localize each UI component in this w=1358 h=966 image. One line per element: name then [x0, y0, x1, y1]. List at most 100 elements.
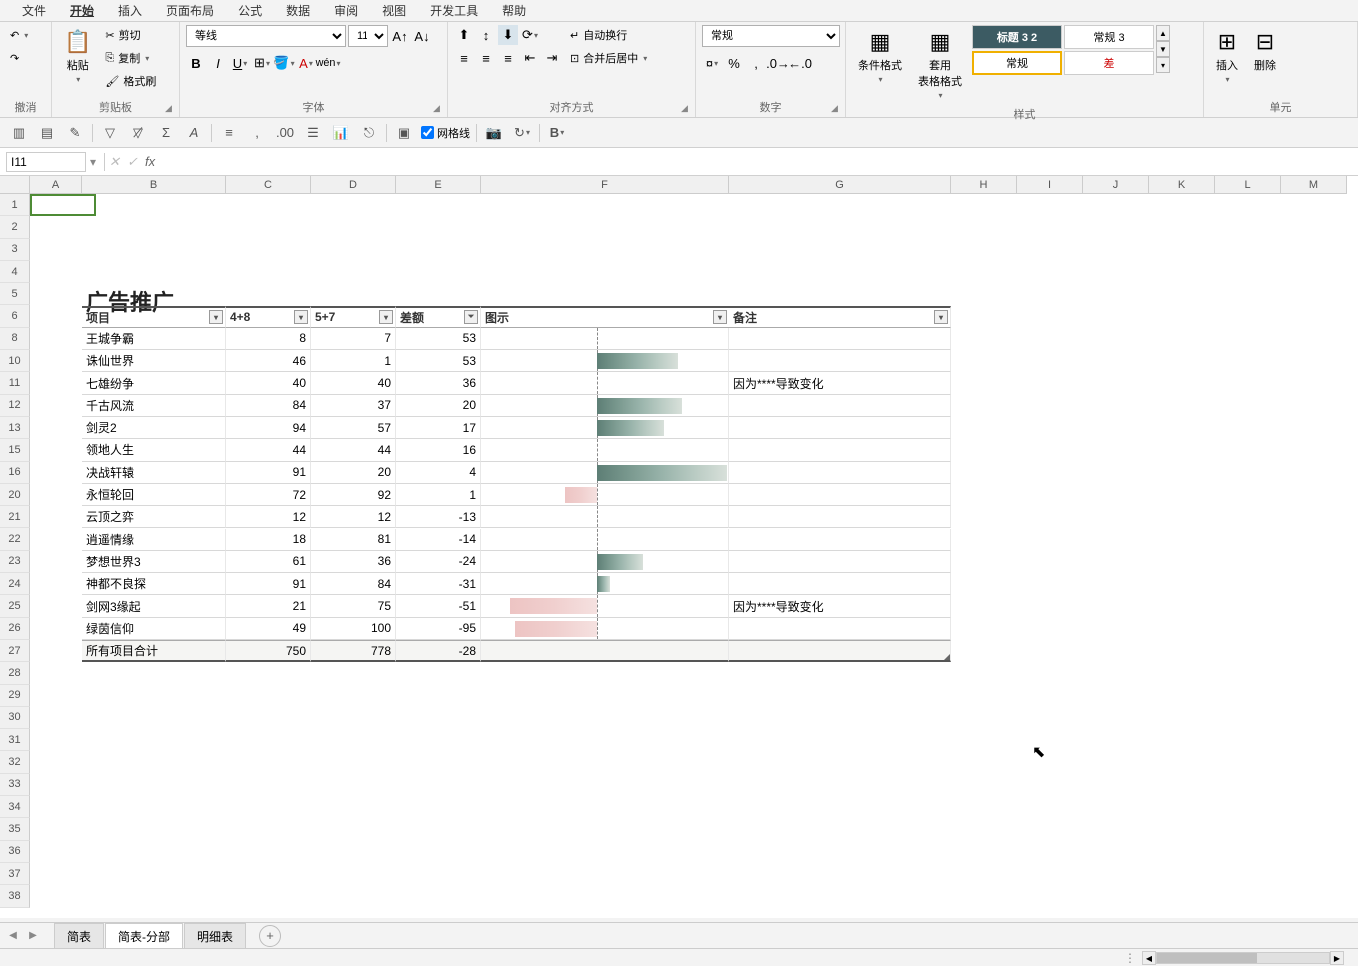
align-top-button[interactable]: ⬆ — [454, 25, 474, 45]
row-header-10[interactable]: 10 — [0, 350, 30, 372]
cell-F12[interactable] — [481, 395, 729, 417]
font-family-select[interactable]: 等线 — [186, 25, 346, 47]
cell-E10[interactable]: 53 — [396, 350, 481, 372]
menu-view[interactable]: 视图 — [370, 0, 418, 22]
cell-G20[interactable] — [729, 484, 951, 506]
tool-redo2[interactable]: ↻▾ — [511, 122, 533, 144]
row-header-35[interactable]: 35 — [0, 818, 30, 840]
col-header-I[interactable]: I — [1017, 176, 1083, 194]
cell-D6[interactable]: 5+7▾ — [311, 306, 396, 328]
orientation-button[interactable]: ⟳▾ — [520, 25, 540, 45]
name-box-dropdown[interactable]: ▾ — [86, 155, 100, 169]
cell-E25[interactable]: -51 — [396, 595, 481, 617]
cell-C12[interactable]: 84 — [226, 395, 311, 417]
row-header-21[interactable]: 21 — [0, 506, 30, 528]
filter-C[interactable]: ▾ — [294, 310, 308, 324]
tool-chart[interactable]: 📊 — [330, 122, 352, 144]
tool-italic-a[interactable]: A — [183, 122, 205, 144]
cell-D25[interactable]: 75 — [311, 595, 396, 617]
tool-align[interactable]: ≡ — [218, 122, 240, 144]
gridlines-checkbox[interactable]: 网格线 — [421, 125, 470, 141]
cell-G27[interactable] — [729, 640, 951, 662]
col-header-D[interactable]: D — [311, 176, 396, 194]
select-all-corner[interactable] — [0, 176, 30, 194]
increase-indent-button[interactable]: ⇥ — [542, 48, 562, 68]
increase-decimal-button[interactable]: .0→ — [768, 53, 788, 73]
col-header-L[interactable]: L — [1215, 176, 1281, 194]
accept-formula-button[interactable]: ✓ — [127, 154, 145, 170]
menu-layout[interactable]: 页面布局 — [154, 0, 226, 22]
comma-button[interactable]: , — [746, 53, 766, 73]
style-scroll-more[interactable]: ▾ — [1156, 57, 1170, 73]
clipboard-launcher[interactable]: ◢ — [165, 103, 177, 115]
row-header-3[interactable]: 3 — [0, 239, 30, 261]
cell-G16[interactable] — [729, 462, 951, 484]
row-header-23[interactable]: 23 — [0, 551, 30, 573]
copy-button[interactable]: ⎘复制▾ — [101, 48, 160, 68]
decrease-decimal-button[interactable]: ←.0 — [790, 53, 810, 73]
cell-G8[interactable] — [729, 328, 951, 350]
cell-F26[interactable] — [481, 618, 729, 640]
cell-F15[interactable] — [481, 439, 729, 461]
font-launcher[interactable]: ◢ — [433, 103, 445, 115]
cell-D15[interactable]: 44 — [311, 439, 396, 461]
cell-E27[interactable]: -28 — [396, 640, 481, 662]
filter-B[interactable]: ▾ — [209, 310, 223, 324]
cell-B26[interactable]: 绿茵信仰 — [82, 618, 226, 640]
cell-G12[interactable] — [729, 395, 951, 417]
style-normal3[interactable]: 常规 3 — [1064, 25, 1154, 49]
grid-area[interactable]: ABCDEFGHIJKLM 12345681011121315162021222… — [0, 176, 1358, 918]
align-left-button[interactable]: ≡ — [454, 48, 474, 68]
tool-freeze-panes[interactable]: ▣ — [393, 122, 415, 144]
row-header-26[interactable]: 26 — [0, 618, 30, 640]
cell-C27[interactable]: 750 — [226, 640, 311, 662]
row-header-1[interactable]: 1 — [0, 194, 30, 216]
cell-F25[interactable] — [481, 595, 729, 617]
tool-break[interactable]: ⎋ — [358, 122, 380, 144]
fill-color-button[interactable]: 🪣▾ — [274, 53, 294, 73]
cell-C22[interactable]: 18 — [226, 529, 311, 551]
tool-list[interactable]: ☰ — [302, 122, 324, 144]
cell-D12[interactable]: 37 — [311, 395, 396, 417]
row-header-38[interactable]: 38 — [0, 885, 30, 907]
col-header-J[interactable]: J — [1083, 176, 1149, 194]
cell-C11[interactable]: 40 — [226, 372, 311, 394]
cell-B12[interactable]: 千古风流 — [82, 395, 226, 417]
number-launcher[interactable]: ◢ — [831, 103, 843, 115]
border-button[interactable]: ⊞▾ — [252, 53, 272, 73]
tool-bold2[interactable]: B▾ — [546, 122, 568, 144]
delete-cells-button[interactable]: ⊟ 删除 — [1248, 25, 1282, 77]
cell-G26[interactable] — [729, 618, 951, 640]
cell-E20[interactable]: 1 — [396, 484, 481, 506]
row-header-16[interactable]: 16 — [0, 462, 30, 484]
cell-G15[interactable] — [729, 439, 951, 461]
filter-E[interactable]: ⏷ — [464, 310, 478, 324]
cell-D16[interactable]: 20 — [311, 462, 396, 484]
tool-dec1[interactable]: .00 — [274, 122, 296, 144]
cell-D26[interactable]: 100 — [311, 618, 396, 640]
cell-F11[interactable] — [481, 372, 729, 394]
cut-button[interactable]: ✂剪切 — [101, 25, 160, 45]
tool-camera[interactable]: 📷 — [483, 122, 505, 144]
cell-F13[interactable] — [481, 417, 729, 439]
menu-help[interactable]: 帮助 — [490, 0, 538, 22]
cell-B13[interactable]: 剑灵2 — [82, 417, 226, 439]
row-header-36[interactable]: 36 — [0, 841, 30, 863]
cell-G13[interactable] — [729, 417, 951, 439]
row-header-2[interactable]: 2 — [0, 216, 30, 238]
cell-B16[interactable]: 决战轩辕 — [82, 462, 226, 484]
col-header-E[interactable]: E — [396, 176, 481, 194]
cell-G21[interactable] — [729, 506, 951, 528]
cell-D20[interactable]: 92 — [311, 484, 396, 506]
wrap-text-button[interactable]: ↵ 自动换行 — [566, 25, 651, 45]
h-scrollbar[interactable]: ⋮ ◀ ▶ — [1124, 950, 1344, 966]
tool-sum[interactable]: Σ — [155, 122, 177, 144]
italic-button[interactable]: I — [208, 53, 228, 73]
cell-D23[interactable]: 36 — [311, 551, 396, 573]
cell-E24[interactable]: -31 — [396, 573, 481, 595]
conditional-format-button[interactable]: ▦ 条件格式▾ — [852, 25, 908, 88]
menu-dev[interactable]: 开发工具 — [418, 0, 490, 22]
cell-C6[interactable]: 4+8▾ — [226, 306, 311, 328]
style-normal[interactable]: 常规 — [972, 51, 1062, 75]
style-scroll-down[interactable]: ▼ — [1156, 41, 1170, 57]
